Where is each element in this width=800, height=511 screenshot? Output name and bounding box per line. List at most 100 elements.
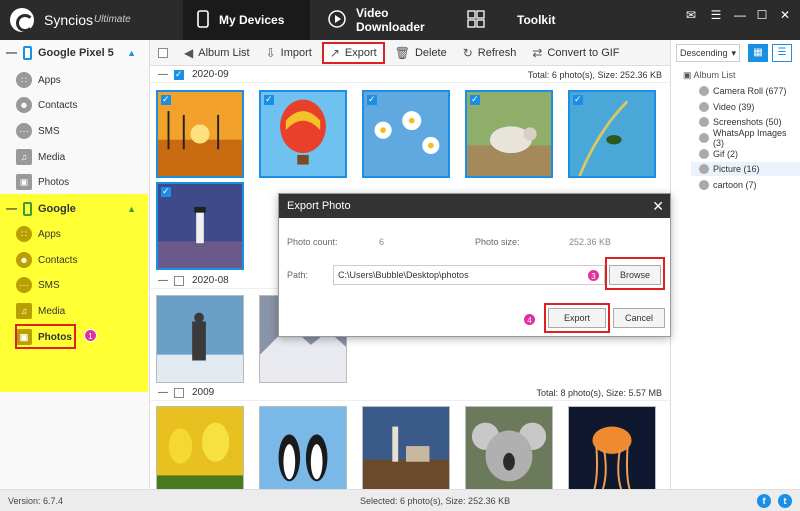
- sidebar-item-sms[interactable]: ⋯ SMS: [16, 120, 60, 142]
- convert-icon: ⇄: [532, 45, 543, 60]
- photo-thumbnail[interactable]: [465, 90, 553, 178]
- koala-photo: [466, 407, 552, 489]
- photo-thumbnail[interactable]: [259, 406, 347, 489]
- eject-icon[interactable]: ▲: [127, 204, 136, 214]
- title-bar: Syncios Ultimate My Devices Video Downlo…: [0, 0, 800, 40]
- sidebar-item-media[interactable]: ♫ Media: [16, 300, 65, 322]
- photos-icon: ▣: [16, 174, 32, 190]
- eject-icon[interactable]: ▲: [127, 48, 136, 58]
- twitter-icon[interactable]: t: [778, 494, 792, 508]
- photo-checkbox[interactable]: [367, 94, 377, 105]
- photo-checkbox[interactable]: [161, 186, 171, 197]
- sidebar-item-media[interactable]: ♫ Media: [16, 146, 65, 168]
- import-button[interactable]: ⇩ Import: [260, 42, 318, 64]
- menu-icon[interactable]: ☰: [707, 6, 725, 24]
- album-item[interactable]: Gif (2): [699, 147, 738, 161]
- photo-thumbnail[interactable]: [156, 182, 244, 270]
- sidebar-item-photos[interactable]: ▣ Photos: [16, 171, 69, 193]
- step-badge-3: 3: [587, 269, 600, 282]
- photo-thumbnail[interactable]: [259, 90, 347, 178]
- step-badge-1: 1: [84, 329, 97, 342]
- sidebar-item-label: Apps: [38, 228, 61, 240]
- photo-thumbnail[interactable]: [568, 406, 656, 489]
- sidebar-item-apps[interactable]: ∷ Apps: [16, 69, 61, 91]
- apps-icon: ∷: [16, 226, 32, 242]
- photo-checkbox[interactable]: [573, 94, 583, 105]
- photo-thumbnail[interactable]: [362, 406, 450, 489]
- group-header-2009: — 2009 Total: 8 photo(s), Size: 5.57 MB: [150, 385, 670, 401]
- nav-my-devices[interactable]: My Devices: [183, 0, 310, 40]
- collapse-icon[interactable]: —: [158, 387, 168, 398]
- close-icon[interactable]: ✕: [652, 194, 664, 218]
- nav-toolkit[interactable]: Toolkit: [467, 0, 557, 40]
- album-item-selected[interactable]: Picture (16): [691, 162, 800, 176]
- nav-video-downloader[interactable]: Video Downloader: [328, 0, 458, 40]
- refresh-icon: ↻: [462, 45, 473, 60]
- convert-gif-button[interactable]: ⇄ Convert to GIF: [526, 42, 625, 64]
- sidebar-item-apps[interactable]: ∷ Apps: [16, 223, 61, 245]
- annotation-photos-box: [15, 324, 76, 349]
- gif-icon: [699, 149, 709, 159]
- photo-thumbnail[interactable]: [156, 406, 244, 489]
- minimize-icon[interactable]: —: [731, 6, 749, 24]
- photo-checkbox[interactable]: [470, 94, 480, 105]
- group-label: 2020-09: [192, 69, 229, 80]
- export-photo-dialog: Export Photo ✕ Photo count: 6 Photo size…: [278, 193, 671, 337]
- album-list-button[interactable]: ◀ Album List: [178, 42, 256, 64]
- group-checkbox[interactable]: [174, 69, 184, 80]
- refresh-button[interactable]: ↻ Refresh: [457, 42, 523, 64]
- group-label: 2020-08: [192, 275, 229, 286]
- group-checkbox[interactable]: [174, 387, 184, 398]
- phone-icon: [23, 46, 32, 60]
- sidebar-item-sms[interactable]: ⋯ SMS: [16, 274, 60, 296]
- export-icon: ↗: [329, 45, 340, 60]
- photo-checkbox[interactable]: [264, 94, 274, 105]
- list-view-icon[interactable]: ☰: [772, 44, 792, 62]
- sort-select[interactable]: Descending: [676, 44, 740, 62]
- album-item[interactable]: Screenshots (50): [699, 115, 782, 129]
- photo-thumbnail[interactable]: [156, 90, 244, 178]
- calendar-view-icon[interactable]: ▦: [748, 44, 768, 62]
- album-list-icon: ▣: [683, 70, 692, 80]
- media-icon: ♫: [16, 303, 32, 319]
- delete-button[interactable]: 🗑 Delete: [389, 42, 453, 64]
- photo-thumbnail[interactable]: [156, 295, 244, 383]
- collapse-icon[interactable]: —: [6, 203, 17, 215]
- sidebar-item-contacts[interactable]: ☻ Contacts: [16, 94, 77, 116]
- album-item[interactable]: cartoon (7): [699, 178, 757, 192]
- syncios-logo-icon: [10, 8, 34, 32]
- penguins-photo: [260, 407, 346, 489]
- photo-count-value: 6: [379, 237, 385, 247]
- sidebar-item-contacts[interactable]: ☻ Contacts: [16, 249, 77, 271]
- collapse-icon[interactable]: —: [6, 47, 17, 59]
- photo-size-value: 252.36 KB: [569, 237, 612, 247]
- facebook-icon[interactable]: f: [757, 494, 771, 508]
- photo-thumbnail[interactable]: [568, 90, 656, 178]
- album-item[interactable]: Camera Roll (677): [699, 84, 787, 98]
- path-input[interactable]: C:\Users\Bubble\Desktop\photos: [333, 265, 605, 285]
- photo-thumbnail[interactable]: [362, 90, 450, 178]
- photo-thumbnail[interactable]: [465, 406, 553, 489]
- message-icon[interactable]: ✉: [682, 6, 700, 24]
- contacts-icon: ☻: [16, 252, 32, 268]
- group-header-2020-09: — 2020-09 Total: 6 photo(s), Size: 252.3…: [150, 67, 670, 83]
- device-name: Google Pixel 5: [38, 47, 114, 59]
- collapse-icon[interactable]: —: [158, 69, 168, 80]
- cancel-button[interactable]: Cancel: [613, 308, 665, 328]
- cartoon-icon: [699, 180, 709, 190]
- photo-size-label: Photo size:: [475, 237, 520, 247]
- album-item[interactable]: WhatsApp Images (3): [699, 128, 800, 148]
- maximize-icon[interactable]: ☐: [753, 6, 771, 24]
- export-button[interactable]: ↗ Export: [321, 41, 385, 64]
- video-icon: [699, 102, 709, 112]
- photo-checkbox[interactable]: [161, 94, 171, 105]
- close-icon[interactable]: ✕: [776, 6, 794, 24]
- camera-icon: [699, 86, 709, 96]
- device-google-pixel-5[interactable]: — Google Pixel 5 ▲: [0, 41, 150, 65]
- device-google[interactable]: — Google ▲: [0, 197, 150, 221]
- album-item[interactable]: Video (39): [699, 100, 754, 114]
- sidebar-item-label: Photos: [38, 176, 70, 188]
- select-all-checkbox[interactable]: [150, 42, 174, 64]
- collapse-icon[interactable]: —: [158, 275, 168, 286]
- group-checkbox[interactable]: [174, 275, 184, 286]
